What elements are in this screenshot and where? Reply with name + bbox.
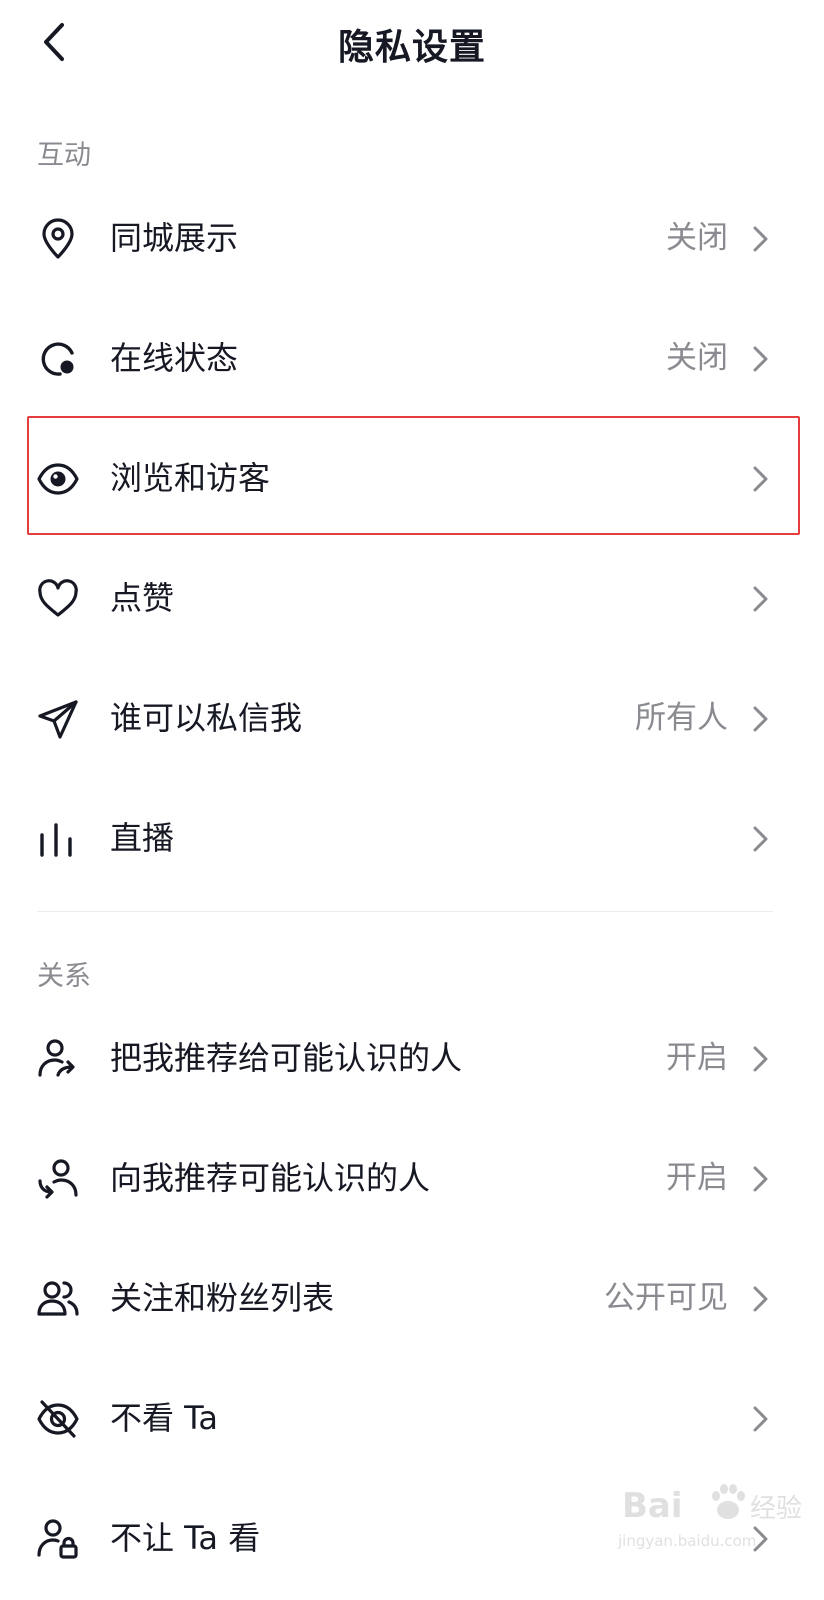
page-title: 隐私设置: [337, 27, 486, 68]
watermark: Bai 经验 jingyan.baidu.com: [612, 1478, 812, 1558]
settings-row-nearby-display[interactable]: 同城展示 关闭: [0, 178, 824, 298]
chevron-right-icon: [753, 826, 768, 852]
settings-row-recommend-me-to-others[interactable]: 把我推荐给可能认识的人 开启: [0, 998, 824, 1118]
online-status-icon: [41, 342, 74, 376]
row-value: 关闭: [666, 340, 728, 376]
chevron-right-icon: [753, 1166, 768, 1192]
row-label: 同城展示: [110, 219, 239, 257]
row-label: 不看 Ta: [110, 1399, 219, 1437]
settings-row-live[interactable]: 直播: [0, 778, 824, 898]
settings-row-who-can-message[interactable]: 谁可以私信我 所有人: [0, 658, 824, 778]
section-label-interaction: 互动: [37, 140, 91, 171]
settings-row-online-status[interactable]: 在线状态 关闭: [0, 298, 824, 418]
watermark-cn-text: 经验: [750, 1494, 803, 1524]
row-label: 谁可以私信我: [110, 699, 303, 737]
chevron-right-icon: [753, 1406, 768, 1432]
chevron-right-icon: [753, 346, 768, 372]
user-recommend-icon: [38, 1159, 78, 1199]
chevron-right-icon: [753, 466, 768, 492]
row-label: 不让 Ta 看: [110, 1519, 261, 1557]
chevron-right-icon: [753, 706, 768, 732]
row-value: 关闭: [666, 220, 728, 256]
row-value: 开启: [666, 1160, 728, 1196]
heart-icon: [38, 579, 78, 617]
row-value: 开启: [666, 1040, 728, 1076]
eye-icon: [37, 463, 79, 495]
settings-row-views-visitors[interactable]: 浏览和访客: [0, 418, 824, 538]
paw-icon: [712, 1484, 745, 1519]
row-label: 关注和粉丝列表: [110, 1279, 335, 1317]
section-label-relationship: 关系: [37, 961, 91, 992]
section-divider: [37, 911, 773, 912]
row-label: 在线状态: [110, 339, 239, 377]
chevron-right-icon: [753, 586, 768, 612]
row-value: 所有人: [635, 700, 728, 736]
watermark-url: jingyan.baidu.com: [618, 1532, 757, 1550]
live-bars-icon: [40, 823, 72, 857]
user-lock-icon: [37, 1519, 78, 1559]
chevron-right-icon: [753, 1286, 768, 1312]
chevron-right-icon: [753, 1046, 768, 1072]
row-label: 把我推荐给可能认识的人: [110, 1039, 463, 1077]
user-share-icon: [38, 1039, 75, 1077]
paper-plane-icon: [38, 700, 78, 739]
settings-row-likes[interactable]: 点赞: [0, 538, 824, 658]
settings-row-hide-their-content[interactable]: 不看 Ta: [0, 1358, 824, 1478]
settings-row-follow-fans-list[interactable]: 关注和粉丝列表 公开可见: [0, 1238, 824, 1358]
header-bar: 隐私设置: [0, 0, 824, 90]
eye-off-icon: [37, 1400, 79, 1438]
watermark-logo-text: Bai: [622, 1486, 683, 1526]
settings-row-recommend-to-me[interactable]: 向我推荐可能认识的人 开启: [0, 1118, 824, 1238]
row-label: 浏览和访客: [110, 459, 271, 497]
chevron-right-icon: [753, 226, 768, 252]
row-label: 直播: [110, 819, 175, 857]
users-icon: [37, 1281, 79, 1316]
location-pin-icon: [42, 218, 74, 259]
row-label: 向我推荐可能认识的人: [110, 1159, 431, 1197]
row-label: 点赞: [110, 579, 175, 617]
row-value: 公开可见: [604, 1280, 728, 1316]
